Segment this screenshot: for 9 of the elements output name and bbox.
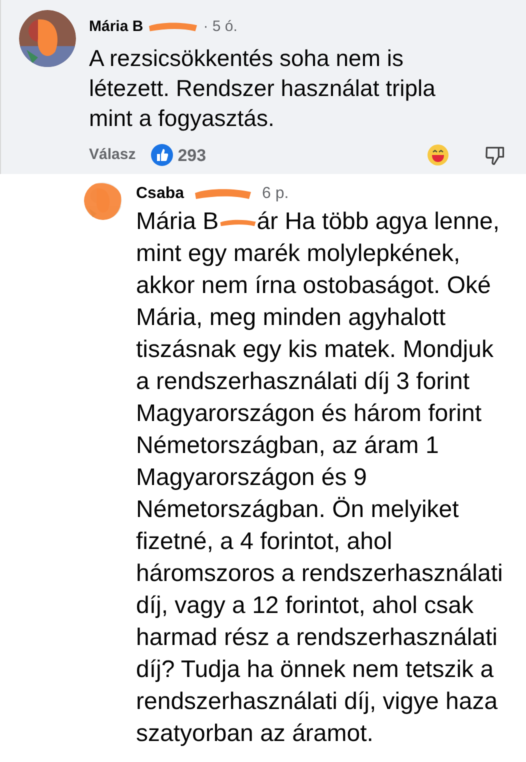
like-count: 293: [178, 144, 206, 166]
reply-button[interactable]: Válasz: [89, 144, 136, 166]
comment-text: A rezsicsökkentés soha nem is létezett. Rendszer használat tripla mint a fogyasztás.: [89, 44, 436, 132]
author-name[interactable]: Csaba: [136, 182, 184, 206]
author-name[interactable]: Mária B: [89, 16, 144, 38]
comment-time: · 5 ó.: [203, 17, 238, 37]
reply-text: Mária B ár Ha több agya lenne, mint egy marék molylepkének, akkor nem írna ostobaságot. Oké Mária, meg minden agyhalott tiszásnak egy kis matek. Mondjuk a rendszerhasználati díj 3 forint Magyarországon és három forint Németországban, az áram 1 Magyarországon és 9 Németországban. Ön melyiket fizetné, a 4 forintot, ahol háromszoros a rendszerhasználati díj, vagy a 12 forintot, ahol csak harmad rész a rendszerhasználati díj? Tudja ha önnek nem tetszik a rendszerhasználati díj, vigye haza szatyorban az áramot.: [136, 207, 504, 749]
reply-time: 6 p.: [262, 184, 289, 204]
mention-link[interactable]: Mária B: [136, 208, 219, 235]
